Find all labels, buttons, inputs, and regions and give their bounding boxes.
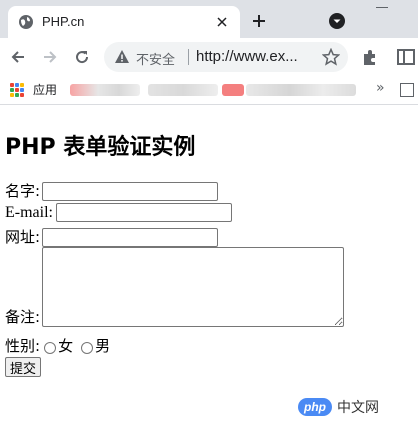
reload-icon[interactable]: [70, 45, 94, 69]
tab-title: PHP.cn: [42, 14, 85, 29]
minimize-icon[interactable]: [372, 0, 418, 16]
page-title: PHP 表单验证实例: [5, 135, 196, 160]
side-panel-icon[interactable]: [396, 47, 416, 67]
reading-list-icon[interactable]: [400, 83, 414, 97]
comment-label: 备注:: [5, 308, 41, 326]
name-input[interactable]: [42, 182, 219, 201]
email-input[interactable]: [55, 203, 232, 222]
extensions-icon[interactable]: [360, 47, 380, 67]
email-row: E-mail:: [5, 203, 232, 222]
blurred-bookmark[interactable]: [70, 84, 140, 96]
gender-row: 性别: 女 男: [5, 335, 110, 356]
omnibox-divider: [188, 49, 189, 65]
apps-grid-icon[interactable]: [10, 83, 24, 97]
php-logo: php: [298, 398, 332, 416]
gender-male-radio[interactable]: [81, 342, 94, 354]
warning-icon[interactable]: [114, 49, 130, 65]
tab-strip: PHP.cn: [0, 0, 418, 38]
forward-icon[interactable]: [38, 45, 62, 69]
comment-row: 备注:: [5, 247, 345, 327]
gender-female-label[interactable]: 女: [58, 335, 73, 356]
blurred-bookmark[interactable]: [222, 84, 244, 96]
tab-search-icon[interactable]: [327, 11, 347, 31]
browser-toolbar: 不安全 http://www.ex...: [0, 38, 418, 76]
bookmarks-bar: 应用 »: [0, 76, 418, 105]
back-icon[interactable]: [6, 45, 30, 69]
watermark-text: 中文网: [337, 400, 379, 416]
globe-icon: [19, 15, 33, 29]
submit-button[interactable]: 提交: [5, 357, 42, 377]
name-row: 名字:: [5, 180, 219, 201]
blurred-bookmark[interactable]: [246, 84, 356, 96]
page-content: PHP 表单验证实例 名字: E-mail: 网址: 备注: 性别: 女 男 提…: [0, 105, 418, 436]
security-status[interactable]: 不安全: [136, 49, 175, 68]
browser-tab[interactable]: PHP.cn: [8, 6, 240, 38]
website-input[interactable]: [42, 228, 219, 247]
blurred-bookmark[interactable]: [148, 84, 218, 96]
gender-female-radio[interactable]: [44, 342, 57, 354]
comment-textarea[interactable]: [42, 247, 345, 327]
gender-male-label[interactable]: 男: [95, 335, 110, 356]
watermark: php 中文网: [298, 397, 379, 417]
name-label: 名字:: [5, 182, 41, 200]
website-label: 网址:: [5, 228, 41, 246]
bookmarks-overflow[interactable]: »: [376, 80, 385, 96]
apps-label[interactable]: 应用: [33, 81, 57, 98]
address-bar[interactable]: 不安全 http://www.ex...: [104, 42, 348, 72]
gender-label: 性别:: [5, 337, 41, 355]
new-tab-icon[interactable]: [248, 10, 270, 32]
url-text[interactable]: http://www.ex...: [196, 48, 298, 65]
close-tab-icon[interactable]: [212, 12, 232, 32]
email-label: E-mail:: [5, 204, 53, 221]
bookmark-star-icon[interactable]: [322, 48, 340, 66]
website-row: 网址:: [5, 226, 219, 247]
